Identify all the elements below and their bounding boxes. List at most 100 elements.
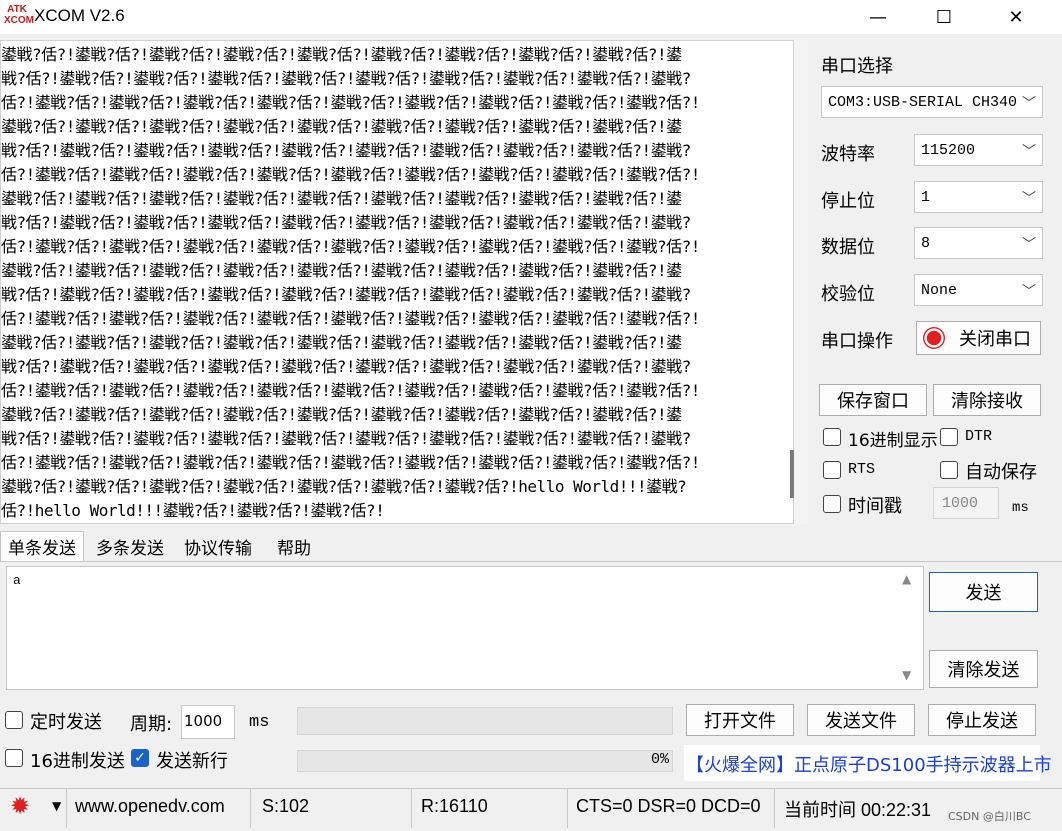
receive-line: 鍙戦?佸?!鍙戦?佸?!鍙戦?佸?!鍙戦?佸?!鍙戦?佸?!鍙戦?佸?!鍙戦?佸… [1,117,682,136]
close-button[interactable]: ✕ [980,0,1052,34]
databits-label: 数据位 [821,237,875,258]
chevron-down-icon: ﹀ [1022,238,1036,254]
clear-send-button[interactable]: 清除发送 [929,650,1038,688]
clear-receive-button[interactable]: 清除接收 [933,384,1041,416]
send-progress-bar [297,750,673,772]
receive-scroll-thumb[interactable] [790,450,794,498]
receive-line: 佸?!鍙戦?佸?!鍙戦?佸?!鍙戦?佸?!鍙戦?佸?!鍙戦?佸?!鍙戦?佸?!鍙… [1,93,700,112]
receive-line: 戦?佸?!鍙戦?佸?!鍙戦?佸?!鍙戦?佸?!鍙戦?佸?!鍙戦?佸?!鍙戦?佸?… [1,141,691,160]
receive-line: 戦?佸?!鍙戦?佸?!鍙戦?佸?!鍙戦?佸?!鍙戦?佸?!鍙戦?佸?!鍙戦?佸?… [1,429,691,448]
period-input[interactable]: 1000 [181,705,235,739]
dropdown-arrow-icon[interactable]: ▼ [52,799,61,813]
port-select-value: COM3:USB-SERIAL CH340 [828,93,1018,111]
ad-banner[interactable]: 【火爆全网】正点原子DS100手持示波器上市 [684,745,1052,781]
window-title: XCOM V2.6 [34,6,125,25]
status-separator [411,788,412,828]
timestamp-label: 时间戳 [848,496,902,517]
scroll-down-icon[interactable]: ▼ [902,668,911,682]
status-separator [567,788,568,828]
timestamp-checkbox[interactable] [823,495,841,513]
period-label: 周期: [130,714,173,735]
close-port-label: 关闭串口 [959,329,1031,350]
parity-label: 校验位 [821,284,875,305]
watermark: CSDN @白川BC [948,810,1031,823]
receive-line: 戦?佸?!鍙戦?佸?!鍙戦?佸?!鍙戦?佸?!鍙戦?佸?!鍙戦?佸?!鍙戦?佸?… [1,285,691,304]
settings-gear-icon[interactable]: ✹ [10,794,30,818]
status-sent-count: S:102 [262,796,310,816]
chevron-down-icon: ﹀ [1022,285,1036,301]
chevron-down-icon: ﹀ [1022,192,1036,208]
hex-display-label: 16进制显示 [848,431,938,451]
rts-checkbox[interactable] [823,461,841,479]
status-time: 当前时间 00:22:31 [784,800,932,820]
dtr-label: DTR [965,428,993,445]
timestamp-unit: ms [1012,500,1029,516]
period-unit: ms [249,713,270,732]
tab-multi-send[interactable]: 多条发送 [88,531,172,561]
stop-send-button[interactable]: 停止发送 [928,704,1036,736]
receive-line: 佸?!鍙戦?佸?!鍙戦?佸?!鍙戦?佸?!鍙戦?佸?!鍙戦?佸?!鍙戦?佸?!鍙… [1,237,700,256]
stopbits-value: 1 [921,188,931,206]
send-text: a [13,573,21,588]
baud-label: 波特率 [821,144,875,165]
send-button[interactable]: 发送 [929,572,1038,612]
stopbits-label: 停止位 [821,191,875,212]
receive-scrollbar[interactable] [794,40,808,524]
hex-send-checkbox[interactable] [5,749,23,767]
receive-line: 佸?!鍙戦?佸?!鍙戦?佸?!鍙戦?佸?!鍙戦?佸?!鍙戦?佸?!鍙戦?佸?!鍙… [1,381,700,400]
port-select-label: 串口选择 [821,56,893,77]
dtr-checkbox[interactable] [940,428,958,446]
open-file-button[interactable]: 打开文件 [686,704,794,736]
send-newline-label: 发送新行 [156,751,228,772]
tab-single-send[interactable]: 单条发送 [0,531,84,561]
port-select[interactable]: COM3:USB-SERIAL CH340 ﹀ [821,86,1043,118]
send-scrollbar[interactable]: ▲ ▼ [898,566,922,690]
baud-value: 115200 [921,141,976,159]
status-url[interactable]: www.openedv.com [75,796,225,817]
databits-value: 8 [921,234,931,252]
timed-send-label: 定时发送 [30,712,102,733]
receive-line: 鍙戦?佸?!鍙戦?佸?!鍙戦?佸?!鍙戦?佸?!鍙戦?佸?!鍙戦?佸?!鍙戦?佸… [1,45,682,64]
status-separator [774,788,775,828]
chevron-down-icon: ﹀ [1022,145,1036,161]
timed-send-checkbox[interactable] [5,711,23,729]
ad-link[interactable]: 【火爆全网】正点原子DS100手持示波器上市 [686,751,1052,777]
timestamp-input[interactable]: 1000 [933,487,999,519]
minimize-button[interactable]: — [842,0,914,34]
close-port-button[interactable]: 关闭串口 [916,321,1041,355]
file-path-field[interactable] [297,707,673,735]
receive-textarea[interactable]: 鍙戦?佸?!鍙戦?佸?!鍙戦?佸?!鍙戦?佸?!鍙戦?佸?!鍙戦?佸?!鍙戦?佸… [0,40,794,524]
databits-select[interactable]: 8 ﹀ [914,227,1043,259]
tab-protocol[interactable]: 协议传输 [176,531,260,561]
receive-line: 佸?!鍙戦?佸?!鍙戦?佸?!鍙戦?佸?!鍙戦?佸?!鍙戦?佸?!鍙戦?佸?!鍙… [1,309,700,328]
send-newline-checkbox[interactable]: ✓ [131,749,149,767]
receive-line: 戦?佸?!鍙戦?佸?!鍙戦?佸?!鍙戦?佸?!鍙戦?佸?!鍙戦?佸?!鍙戦?佸?… [1,357,691,376]
receive-line: 戦?佸?!鍙戦?佸?!鍙戦?佸?!鍙戦?佸?!鍙戦?佸?!鍙戦?佸?!鍙戦?佸?… [1,213,691,232]
port-op-label: 串口操作 [821,331,893,352]
parity-value: None [921,281,958,299]
status-received-count: R:16110 [421,796,488,816]
receive-line: 佸?!hello World!!!鍙戦?佸?!鍙戦?佸?!鍙戦?佸?! [1,501,385,520]
tab-help[interactable]: 帮助 [264,531,324,561]
stopbits-select[interactable]: 1 ﹀ [914,181,1043,213]
receive-line: 戦?佸?!鍙戦?佸?!鍙戦?佸?!鍙戦?佸?!鍙戦?佸?!鍙戦?佸?!鍙戦?佸?… [1,69,691,88]
hex-send-label: 16进制发送 [30,751,125,772]
receive-line: 鍙戦?佸?!鍙戦?佸?!鍙戦?佸?!鍙戦?佸?!鍙戦?佸?!鍙戦?佸?!鍙戦?佸… [1,261,682,280]
record-icon [923,327,945,349]
save-window-button[interactable]: 保存窗口 [819,384,927,416]
parity-select[interactable]: None ﹀ [914,274,1043,306]
status-separator [66,788,67,828]
title-bar: ATK XCOM XCOM V2.6 — ☐ ✕ [0,0,1062,34]
tab-divider [0,561,1062,562]
scroll-up-icon[interactable]: ▲ [902,572,911,586]
auto-save-checkbox[interactable] [940,461,958,479]
receive-line: 佸?!鍙戦?佸?!鍙戦?佸?!鍙戦?佸?!鍙戦?佸?!鍙戦?佸?!鍙戦?佸?!鍙… [1,165,700,184]
send-file-button[interactable]: 发送文件 [807,704,915,736]
status-modem-lines: CTS=0 DSR=0 DCD=0 [576,796,761,816]
maximize-button[interactable]: ☐ [908,0,980,34]
chevron-down-icon: ﹀ [1022,97,1036,113]
send-textarea[interactable]: a [6,566,924,690]
hex-display-checkbox[interactable] [823,428,841,446]
app-logo: ATK XCOM [4,4,34,26]
baud-select[interactable]: 115200 ﹀ [914,134,1043,166]
